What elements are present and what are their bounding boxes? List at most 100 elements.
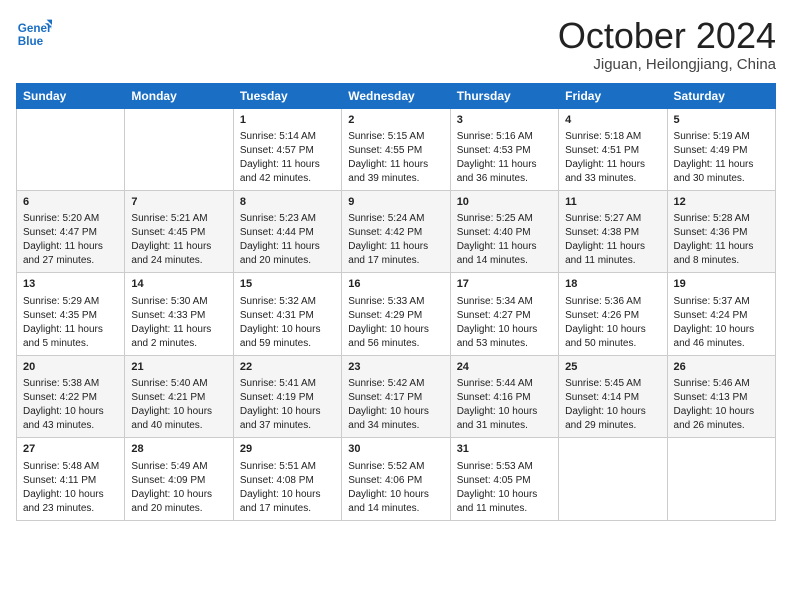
day-cell: 25 Sunrise: 5:45 AMSunset: 4:14 PMDayligh…	[559, 355, 667, 437]
day-info: Sunrise: 5:16 AMSunset: 4:53 PMDaylight:…	[457, 131, 537, 184]
day-info: Sunrise: 5:34 AMSunset: 4:27 PMDaylight:…	[457, 296, 538, 349]
day-cell	[17, 108, 125, 190]
header-cell-sunday: Sunday	[17, 83, 125, 108]
day-number: 7	[131, 195, 226, 210]
day-info: Sunrise: 5:19 AMSunset: 4:49 PMDaylight:…	[674, 131, 754, 184]
day-cell: 20 Sunrise: 5:38 AMSunset: 4:22 PMDayligh…	[17, 355, 125, 437]
day-info: Sunrise: 5:36 AMSunset: 4:26 PMDaylight:…	[565, 296, 646, 349]
day-cell: 17 Sunrise: 5:34 AMSunset: 4:27 PMDayligh…	[450, 273, 558, 355]
day-info: Sunrise: 5:32 AMSunset: 4:31 PMDaylight:…	[240, 296, 321, 349]
day-info: Sunrise: 5:30 AMSunset: 4:33 PMDaylight:…	[131, 296, 211, 349]
day-info: Sunrise: 5:14 AMSunset: 4:57 PMDaylight:…	[240, 131, 320, 184]
day-cell: 30 Sunrise: 5:52 AMSunset: 4:06 PMDayligh…	[342, 438, 450, 520]
day-number: 3	[457, 113, 552, 128]
day-cell: 13Sunrise: 5:29 AMSunset: 4:35 PMDayligh…	[17, 273, 125, 355]
day-info: Sunrise: 5:48 AMSunset: 4:11 PMDaylight:…	[23, 461, 104, 514]
logo: General Blue	[16, 16, 52, 52]
day-number: 31	[457, 442, 552, 457]
day-info: Sunrise: 5:42 AMSunset: 4:17 PMDaylight:…	[348, 378, 429, 431]
header-cell-thursday: Thursday	[450, 83, 558, 108]
day-cell: 1Sunrise: 5:14 AMSunset: 4:57 PMDaylight…	[233, 108, 341, 190]
day-number: 27	[23, 442, 118, 457]
day-cell: 22Sunrise: 5:41 AMSunset: 4:19 PMDayligh…	[233, 355, 341, 437]
day-number: 21	[131, 360, 226, 375]
day-number: 17	[457, 277, 552, 292]
day-cell: 11 Sunrise: 5:27 AMSunset: 4:38 PMDayligh…	[559, 190, 667, 272]
day-info: Sunrise: 5:28 AMSunset: 4:36 PMDaylight:…	[674, 213, 754, 266]
day-cell: 15 Sunrise: 5:32 AMSunset: 4:31 PMDayligh…	[233, 273, 341, 355]
day-info: Sunrise: 5:38 AMSunset: 4:22 PMDaylight:…	[23, 378, 104, 431]
day-cell: 5Sunrise: 5:19 AMSunset: 4:49 PMDaylight…	[667, 108, 775, 190]
day-info: Sunrise: 5:51 AMSunset: 4:08 PMDaylight:…	[240, 461, 321, 514]
day-info: Sunrise: 5:27 AMSunset: 4:38 PMDaylight:…	[565, 213, 645, 266]
day-cell: 6 Sunrise: 5:20 AMSunset: 4:47 PMDaylight…	[17, 190, 125, 272]
day-number: 14	[131, 277, 226, 292]
month-title: October 2024	[558, 16, 776, 56]
day-cell: 16 Sunrise: 5:33 AMSunset: 4:29 PMDayligh…	[342, 273, 450, 355]
day-number: 6	[23, 195, 118, 210]
title-section: October 2024 Jiguan, Heilongjiang, China	[558, 16, 776, 73]
day-cell: 26 Sunrise: 5:46 AMSunset: 4:13 PMDayligh…	[667, 355, 775, 437]
day-info: Sunrise: 5:53 AMSunset: 4:05 PMDaylight:…	[457, 461, 538, 514]
day-number: 23	[348, 360, 443, 375]
header-cell-friday: Friday	[559, 83, 667, 108]
day-cell: 14 Sunrise: 5:30 AMSunset: 4:33 PMDayligh…	[125, 273, 233, 355]
header-cell-tuesday: Tuesday	[233, 83, 341, 108]
svg-text:Blue: Blue	[18, 35, 44, 48]
day-cell: 29Sunrise: 5:51 AMSunset: 4:08 PMDayligh…	[233, 438, 341, 520]
day-number: 20	[23, 360, 118, 375]
day-info: Sunrise: 5:33 AMSunset: 4:29 PMDaylight:…	[348, 296, 429, 349]
day-info: Sunrise: 5:44 AMSunset: 4:16 PMDaylight:…	[457, 378, 538, 431]
week-row-3: 13Sunrise: 5:29 AMSunset: 4:35 PMDayligh…	[17, 273, 776, 355]
day-cell: 19 Sunrise: 5:37 AMSunset: 4:24 PMDayligh…	[667, 273, 775, 355]
day-number: 25	[565, 360, 660, 375]
day-info: Sunrise: 5:20 AMSunset: 4:47 PMDaylight:…	[23, 213, 103, 266]
day-cell	[667, 438, 775, 520]
week-row-1: 1Sunrise: 5:14 AMSunset: 4:57 PMDaylight…	[17, 108, 776, 190]
day-number: 24	[457, 360, 552, 375]
day-number: 8	[240, 195, 335, 210]
header-cell-monday: Monday	[125, 83, 233, 108]
day-number: 15	[240, 277, 335, 292]
day-cell: 24 Sunrise: 5:44 AMSunset: 4:16 PMDayligh…	[450, 355, 558, 437]
day-number: 19	[674, 277, 769, 292]
day-cell: 28 Sunrise: 5:49 AMSunset: 4:09 PMDayligh…	[125, 438, 233, 520]
week-row-4: 20 Sunrise: 5:38 AMSunset: 4:22 PMDayligh…	[17, 355, 776, 437]
week-row-5: 27 Sunrise: 5:48 AMSunset: 4:11 PMDayligh…	[17, 438, 776, 520]
day-cell: 8 Sunrise: 5:23 AMSunset: 4:44 PMDaylight…	[233, 190, 341, 272]
day-info: Sunrise: 5:49 AMSunset: 4:09 PMDaylight:…	[131, 461, 212, 514]
day-info: Sunrise: 5:41 AMSunset: 4:19 PMDaylight:…	[240, 378, 321, 431]
day-cell: 9Sunrise: 5:24 AMSunset: 4:42 PMDaylight…	[342, 190, 450, 272]
day-number: 18	[565, 277, 660, 292]
day-info: Sunrise: 5:46 AMSunset: 4:13 PMDaylight:…	[674, 378, 755, 431]
day-info: Sunrise: 5:52 AMSunset: 4:06 PMDaylight:…	[348, 461, 429, 514]
day-number: 16	[348, 277, 443, 292]
day-info: Sunrise: 5:40 AMSunset: 4:21 PMDaylight:…	[131, 378, 212, 431]
day-info: Sunrise: 5:23 AMSunset: 4:44 PMDaylight:…	[240, 213, 320, 266]
day-number: 28	[131, 442, 226, 457]
header: General Blue October 2024 Jiguan, Heilon…	[16, 16, 776, 73]
day-info: Sunrise: 5:25 AMSunset: 4:40 PMDaylight:…	[457, 213, 537, 266]
day-number: 26	[674, 360, 769, 375]
day-cell: 12 Sunrise: 5:28 AMSunset: 4:36 PMDayligh…	[667, 190, 775, 272]
day-cell: 4Sunrise: 5:18 AMSunset: 4:51 PMDaylight…	[559, 108, 667, 190]
day-number: 12	[674, 195, 769, 210]
day-info: Sunrise: 5:21 AMSunset: 4:45 PMDaylight:…	[131, 213, 211, 266]
day-number: 2	[348, 113, 443, 128]
day-cell: 23 Sunrise: 5:42 AMSunset: 4:17 PMDayligh…	[342, 355, 450, 437]
header-cell-wednesday: Wednesday	[342, 83, 450, 108]
day-cell	[125, 108, 233, 190]
day-number: 4	[565, 113, 660, 128]
day-info: Sunrise: 5:29 AMSunset: 4:35 PMDaylight:…	[23, 296, 103, 349]
location-title: Jiguan, Heilongjiang, China	[558, 56, 776, 73]
day-cell: 2Sunrise: 5:15 AMSunset: 4:55 PMDaylight…	[342, 108, 450, 190]
day-number: 10	[457, 195, 552, 210]
day-cell: 7 Sunrise: 5:21 AMSunset: 4:45 PMDaylight…	[125, 190, 233, 272]
header-cell-saturday: Saturday	[667, 83, 775, 108]
day-info: Sunrise: 5:45 AMSunset: 4:14 PMDaylight:…	[565, 378, 646, 431]
day-number: 30	[348, 442, 443, 457]
header-row: SundayMondayTuesdayWednesdayThursdayFrid…	[17, 83, 776, 108]
day-info: Sunrise: 5:37 AMSunset: 4:24 PMDaylight:…	[674, 296, 755, 349]
day-number: 11	[565, 195, 660, 210]
day-cell: 27 Sunrise: 5:48 AMSunset: 4:11 PMDayligh…	[17, 438, 125, 520]
